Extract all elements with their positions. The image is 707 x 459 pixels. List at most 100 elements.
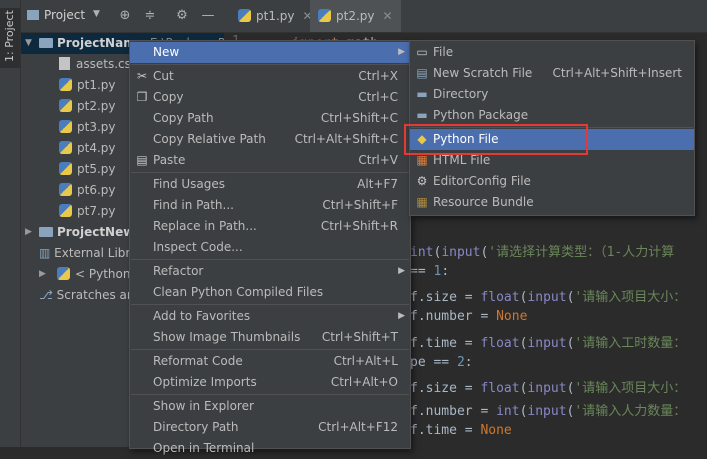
menu-item-shortcut: Ctrl+Alt+L (333, 354, 398, 368)
menu-item-shortcut: Ctrl+Alt+Shift+Insert (552, 66, 682, 80)
collapse-arrow-icon[interactable]: ▶ (39, 264, 51, 285)
library-icon: ▥ (39, 246, 55, 260)
scratch-file-icon: ▤ (416, 66, 428, 80)
expand-arrow-icon[interactable]: ▼ (25, 33, 37, 54)
menu-item-label: Show in Explorer (153, 399, 254, 413)
code-line: int(input('请选择计算类型：（1-人力计算 (410, 241, 674, 260)
folder-icon (39, 37, 53, 48)
bundle-icon: ▦ (416, 195, 428, 209)
copy-icon: ❐ (136, 90, 148, 104)
collapse-arrow-icon[interactable]: ▶ (25, 222, 37, 243)
editor-tab-label: pt2.py (336, 9, 375, 23)
menu-item-label: Copy Path (153, 111, 214, 125)
project-view-dropdown[interactable]: Project (44, 8, 85, 22)
menu-item-shortcut: Ctrl+Shift+R (320, 219, 398, 233)
chevron-down-icon[interactable]: ▼ (93, 9, 100, 19)
menu-item-label: Python Package (433, 108, 529, 122)
menu-item-find-in-path[interactable]: Find in Path... Ctrl+Shift+F (130, 195, 410, 216)
menu-item-add-to-favorites[interactable]: Add to Favorites ▶ (130, 306, 410, 327)
code-token: '请输入项目大小： (574, 290, 687, 305)
submenu-item-python-package[interactable]: ▬ Python Package (410, 105, 694, 126)
menu-item-new[interactable]: New ▶ (130, 42, 410, 63)
menu-item-directory-path[interactable]: Directory Path Ctrl+Alt+F12 (130, 417, 410, 438)
menu-item-open-in-terminal[interactable]: Open in Terminal (130, 438, 410, 459)
code-token: input (527, 381, 567, 396)
menu-separator (131, 304, 409, 305)
code-line: == 1: (410, 264, 449, 279)
close-icon[interactable]: ✕ (383, 9, 393, 23)
tree-item: pt3.py (59, 117, 116, 138)
tree-item-label: pt2.py (77, 99, 116, 113)
editor-tab[interactable]: pt2.py ✕ (310, 0, 401, 32)
menu-item-copy[interactable]: ❐ Copy Ctrl+C (130, 87, 410, 108)
folder-icon (39, 226, 53, 237)
code-token: float (480, 381, 520, 396)
menu-item-copy-path[interactable]: Copy Path Ctrl+Shift+C (130, 108, 410, 129)
menu-item-label: File (433, 45, 454, 59)
python-file-icon (59, 162, 72, 175)
collapse-all-icon[interactable]: ≑ (142, 8, 158, 24)
menu-item-copy-relative-path[interactable]: Copy Relative Path Ctrl+Alt+Shift+C (130, 129, 410, 150)
code-token: int (496, 404, 520, 419)
menu-item-paste[interactable]: ▤ Paste Ctrl+V (130, 150, 410, 171)
menu-item-label: New (153, 45, 180, 59)
code-line: f.time = float(input('请输入工时数量： (410, 332, 686, 351)
menu-item-label: Resource Bundle (433, 195, 534, 209)
submenu-item-file[interactable]: ▭ File (410, 42, 694, 63)
menu-item-reformat-code[interactable]: Reformat Code Ctrl+Alt+L (130, 351, 410, 372)
tree-item-label: External Libr (54, 246, 131, 260)
menu-item-cut[interactable]: ✂ Cut Ctrl+X (130, 66, 410, 87)
menu-item-show-in-explorer[interactable]: Show in Explorer (130, 396, 410, 417)
code-token: f.size = (410, 381, 481, 396)
editor-tab[interactable]: pt1.py ✕ (230, 0, 321, 32)
code-token: None (496, 309, 528, 324)
menu-item-shortcut: Ctrl+V (358, 153, 398, 167)
menu-item-label: Copy Relative Path (153, 132, 266, 146)
submenu-item-editorconfig-file[interactable]: ⚙ EditorConfig File (410, 171, 694, 192)
folder-icon: ▬ (416, 87, 428, 101)
menu-item-show-image-thumbnails[interactable]: Show Image Thumbnails Ctrl+Shift+T (130, 327, 410, 348)
locate-target-icon[interactable]: ⊕ (117, 8, 133, 24)
tree-item-label: Scratches an (56, 288, 135, 302)
menu-item-replace-in-path[interactable]: Replace in Path... Ctrl+Shift+R (130, 216, 410, 237)
tree-item-label: < Python (75, 267, 131, 281)
tree-item-label: pt5.py (77, 162, 116, 176)
python-file-icon (59, 99, 72, 112)
code-line: f.number = int(input('请输入人力数量： (410, 400, 686, 419)
tree-item-label: ProjectNew (57, 225, 135, 239)
project-tool-window-button[interactable]: 1: Project (0, 8, 20, 68)
code-token: '请输入项目大小： (574, 381, 687, 396)
menu-item-optimize-imports[interactable]: Optimize Imports Ctrl+Alt+O (130, 372, 410, 393)
hide-panel-icon[interactable]: — (200, 8, 216, 24)
python-file-icon (238, 9, 251, 22)
menu-item-shortcut: Alt+F7 (357, 177, 398, 191)
code-token: input (527, 336, 567, 351)
tree-item-label: pt7.py (77, 204, 116, 218)
menu-item-label: Directory Path (153, 420, 239, 434)
python-file-icon (59, 183, 72, 196)
tree-item: pt7.py (59, 201, 116, 222)
code-line: f.size = float(input('请输入项目大小： (410, 286, 686, 305)
code-token: None (480, 423, 512, 438)
menu-item-label: Inspect Code... (153, 240, 243, 254)
tree-item: pt6.py (59, 180, 116, 201)
menu-item-refactor[interactable]: Refactor ▶ (130, 261, 410, 282)
tree-item: ⎇ Scratches an (39, 285, 134, 306)
code-token: input (527, 404, 567, 419)
submenu-item-resource-bundle[interactable]: ▦ Resource Bundle (410, 192, 694, 213)
gear-icon: ⚙ (416, 174, 428, 188)
tree-item: assets.csv (59, 54, 138, 75)
tree-item: pt1.py (59, 75, 116, 96)
menu-item-inspect-code[interactable]: Inspect Code... (130, 237, 410, 258)
menu-separator (131, 349, 409, 350)
gear-icon[interactable]: ⚙ (174, 8, 190, 24)
menu-item-label: New Scratch File (433, 66, 533, 80)
menu-item-clean-python-compiled-files[interactable]: Clean Python Compiled Files (130, 282, 410, 303)
menu-item-find-usages[interactable]: Find Usages Alt+F7 (130, 174, 410, 195)
code-token: '请输入人力数量： (574, 404, 687, 419)
submenu-item-directory[interactable]: ▬ Directory (410, 84, 694, 105)
scissors-icon: ✂ (136, 69, 148, 83)
menu-item-shortcut: Ctrl+Shift+T (321, 330, 398, 344)
menu-item-label: Open in Terminal (153, 441, 255, 455)
submenu-item-new-scratch-file[interactable]: ▤ New Scratch File Ctrl+Alt+Shift+Insert (410, 63, 694, 84)
